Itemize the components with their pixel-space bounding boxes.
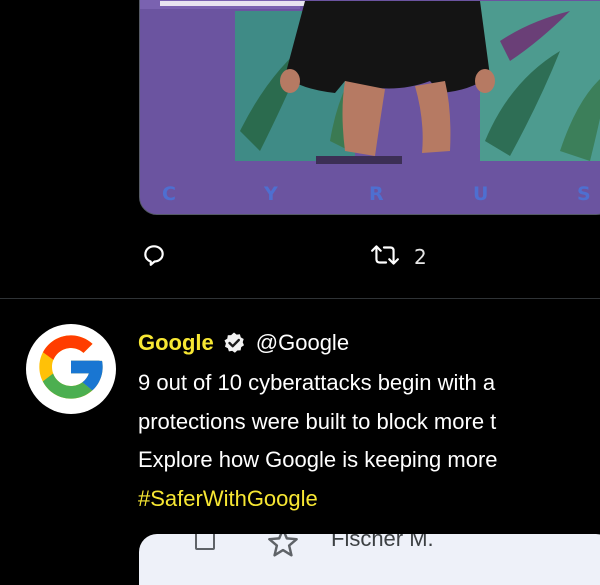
email-sender[interactable]: Fischer M.	[331, 534, 434, 552]
retweet-button[interactable]: 2	[370, 242, 427, 272]
banner-letter: S	[577, 183, 592, 205]
retweet-count: 2	[414, 245, 427, 269]
google-g-logo-icon	[33, 329, 109, 409]
tweet-text-line: 9 out of 10 cyberattacks begin with a	[138, 370, 496, 395]
tweet-divider	[0, 298, 600, 299]
avatar[interactable]	[26, 324, 116, 414]
checkbox-icon[interactable]	[195, 534, 215, 550]
reply-icon	[141, 242, 167, 272]
tweet-header: Google @Google	[138, 326, 349, 360]
tweet-text: 9 out of 10 cyberattacks begin with a pr…	[138, 364, 600, 518]
reply-button[interactable]	[141, 242, 167, 272]
tweet-actions: 2	[0, 238, 600, 280]
tweet-text-line: Explore how Google is keeping more	[138, 447, 498, 472]
banner-letter: C	[162, 183, 177, 205]
tweet-media-preview[interactable]: Fischer M.	[139, 534, 600, 585]
timeline-feed: C Y R U S 2 Google @Google 9 out of 10 c…	[0, 0, 600, 585]
star-icon[interactable]	[265, 534, 301, 562]
retweet-icon	[370, 242, 400, 272]
banner-letter: Y	[264, 183, 279, 205]
banner-letter: U	[473, 183, 490, 205]
tweet-media-image[interactable]: C Y R U S	[139, 0, 600, 215]
tweet-text-line: protections were built to block more t	[138, 408, 497, 434]
display-name[interactable]: Google	[138, 330, 214, 356]
hashtag-link[interactable]: #SaferWithGoogle	[138, 480, 600, 519]
banner-letter: R	[369, 183, 385, 205]
verified-badge-icon	[222, 331, 246, 355]
user-handle[interactable]: @Google	[256, 330, 349, 356]
